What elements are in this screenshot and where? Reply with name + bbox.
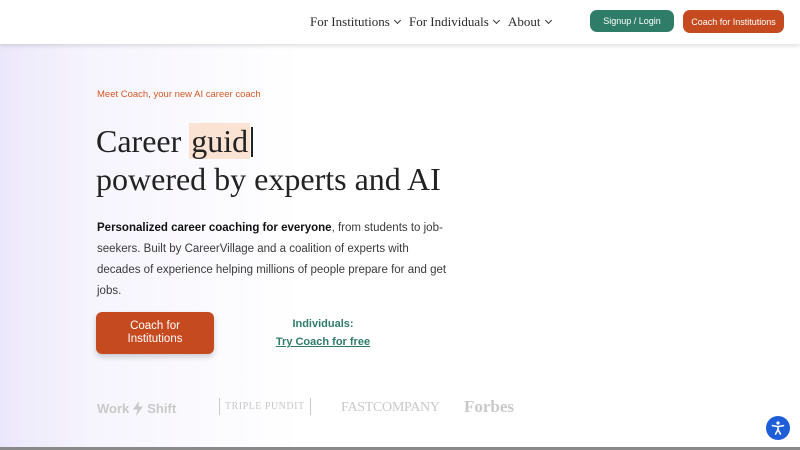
typing-caret [251, 127, 253, 157]
headline-typed-word: guid [189, 123, 251, 159]
chevron-down-icon [492, 16, 500, 25]
coach-for-institutions-cta-button[interactable]: Coach for Institutions [96, 312, 214, 354]
nav-for-institutions[interactable]: For Institutions [310, 14, 401, 30]
chevron-down-icon [544, 16, 552, 25]
hero-headline: Career guid powered by experts and AI [96, 122, 441, 198]
workshift-logo: Work Shift [97, 401, 176, 416]
coach-for-institutions-nav-button[interactable]: Coach for Institutions [683, 10, 784, 33]
signup-login-button[interactable]: Signup / Login [590, 10, 674, 32]
nav-about-label: About [508, 14, 541, 29]
try-coach-free-link[interactable]: Try Coach for free [260, 336, 386, 348]
accessibility-icon [771, 421, 785, 435]
hero-eyebrow: Meet Coach, your new AI career coach [97, 89, 261, 100]
description-bold: Personalized career coaching for everyon… [97, 222, 332, 234]
bolt-icon [133, 401, 144, 416]
top-navbar: For Institutions For Individuals About S… [0, 0, 800, 44]
nav-for-individuals-label: For Individuals [409, 14, 489, 29]
nav-for-individuals[interactable]: For Individuals [409, 14, 500, 30]
nav-about[interactable]: About [508, 14, 552, 30]
workshift-logo-work: Work [97, 401, 130, 416]
forbes-logo: Forbes [464, 397, 515, 416]
headline-line2: powered by experts and AI [96, 161, 441, 197]
accessibility-button[interactable] [766, 416, 790, 440]
triple-pundit-logo: TRIPLE PUNDIT [219, 398, 311, 415]
hero-description: Personalized career coaching for everyon… [97, 218, 447, 302]
nav-for-institutions-label: For Institutions [310, 14, 390, 29]
fast-company-logo: FASTCOMPANY [341, 400, 440, 415]
workshift-logo-shift: Shift [147, 401, 177, 416]
individuals-label: Individuals: [292, 318, 354, 330]
chevron-down-icon [393, 16, 401, 25]
headline-prefix: Career [96, 123, 190, 159]
